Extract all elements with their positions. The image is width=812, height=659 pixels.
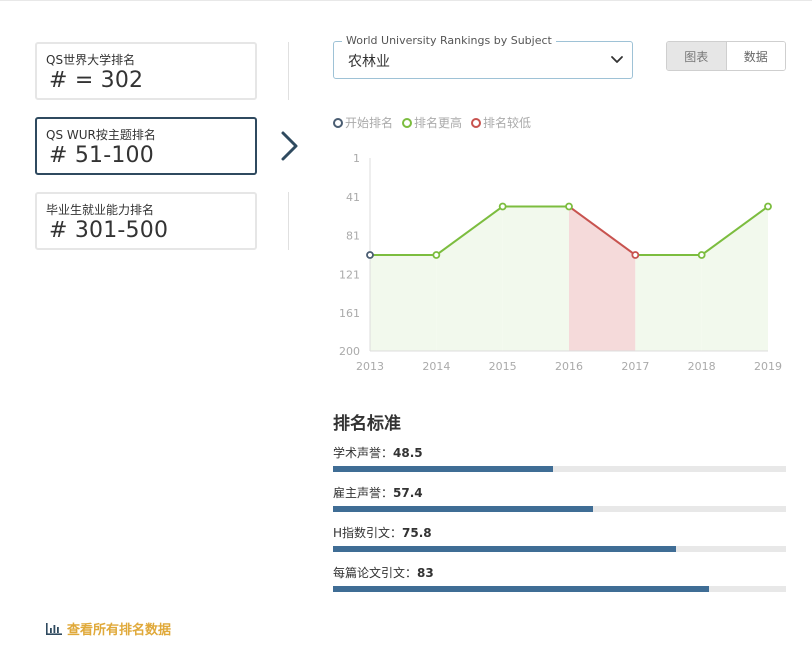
data-point — [498, 202, 507, 211]
criterion-value: 83 — [417, 566, 434, 580]
x-tick-label: 2016 — [555, 360, 583, 373]
data-point — [764, 202, 772, 211]
view-all-rankings-link[interactable]: 查看所有排名数据 — [45, 619, 171, 638]
criterion-label: 雇主声誉：57.4 — [333, 484, 786, 501]
divider — [288, 192, 289, 250]
x-tick-label: 2014 — [422, 360, 450, 373]
x-tick-label: 2019 — [754, 360, 782, 373]
area-segment-higher — [701, 206, 768, 351]
legend-label: 排名较低 — [483, 116, 532, 130]
criterion-name: 每篇论文引文： — [333, 566, 418, 580]
data-point — [697, 251, 706, 259]
y-tick-label: 1 — [353, 152, 360, 165]
legend-label: 开始排名 — [345, 116, 394, 130]
legend-item-higher: 排名更高 — [402, 114, 462, 131]
criterion-name: 雇主声誉： — [333, 486, 394, 500]
subject-select-value: 农林业 — [348, 54, 390, 70]
criterion-name: 学术声誉： — [333, 446, 394, 460]
subject-select-legend: World University Rankings by Subject — [342, 34, 556, 47]
criterion-citations-per-paper: 每篇论文引文：83 — [333, 564, 786, 604]
criterion-academic-reputation: 学术声誉：48.5 — [333, 444, 786, 484]
criterion-bar — [333, 546, 786, 552]
ranking-card-label: QS世界大学排名 — [46, 53, 136, 67]
criterion-bar-fill — [333, 586, 709, 592]
data-point — [565, 202, 573, 211]
ranking-card-label: QS WUR按主题排名 — [46, 128, 156, 142]
ranking-card-employability[interactable]: 毕业生就业能力排名 # 301-500 — [35, 192, 257, 250]
criterion-value: 48.5 — [393, 446, 423, 460]
y-tick-label: 41 — [346, 191, 360, 204]
area-segment-lower — [569, 206, 636, 351]
criterion-value: 57.4 — [393, 486, 423, 500]
x-tick-label: 2013 — [356, 360, 384, 373]
criterion-label: 学术声誉：48.5 — [333, 444, 786, 461]
view-toggle: 图表 数据 — [666, 41, 786, 71]
area-segment-higher — [436, 206, 503, 351]
criterion-bar-fill — [333, 466, 553, 472]
data-point — [631, 251, 640, 259]
ranking-card-label: 毕业生就业能力排名 — [46, 203, 155, 217]
page: QS世界大学排名 # = 302 QS WUR按主题排名 # 51-100 毕业… — [0, 0, 812, 659]
y-tick-label: 161 — [339, 307, 360, 320]
criterion-value: 75.8 — [402, 526, 432, 540]
y-tick-label: 121 — [339, 268, 360, 281]
x-tick-label: 2018 — [688, 360, 716, 373]
ranking-card-world[interactable]: QS世界大学排名 # = 302 — [35, 42, 257, 100]
area-segment-higher — [370, 254, 437, 351]
area-segment-higher — [635, 254, 702, 351]
chevron-down-icon — [611, 56, 623, 63]
data-point — [432, 251, 441, 259]
chart-view-button[interactable]: 图表 — [667, 42, 726, 70]
legend-item-start: 开始排名 — [333, 114, 393, 131]
criterion-label: H指数引文：75.8 — [333, 524, 786, 541]
ranking-history-chart: 1 41 81 121 161 200 2013 2014 2015 2016 2017 2018 20… — [339, 152, 782, 373]
criterion-bar — [333, 466, 786, 472]
criterion-bar — [333, 506, 786, 512]
x-tick-label: 2015 — [489, 360, 517, 373]
area-segment-higher — [502, 206, 569, 351]
legend-item-lower: 排名较低 — [471, 114, 531, 131]
divider — [288, 42, 289, 100]
chart-legend: 开始排名 排名更高 排名较低 — [333, 114, 531, 131]
view-all-rankings-label: 查看所有排名数据 — [67, 623, 172, 638]
criterion-label: 每篇论文引文：83 — [333, 564, 786, 581]
criterion-bar — [333, 586, 786, 592]
criterion-bar-fill — [333, 506, 594, 512]
criterion-employer-reputation: 雇主声誉：57.4 — [333, 484, 786, 524]
criteria-title: 排名标准 — [333, 414, 401, 434]
y-tick-label: 200 — [339, 345, 360, 358]
ranking-card-subject[interactable]: QS WUR按主题排名 # 51-100 — [35, 117, 257, 175]
ranking-card-value: # 51-100 — [49, 143, 154, 168]
ranking-card-value: # 301-500 — [49, 218, 169, 243]
legend-marker-start — [333, 117, 343, 128]
y-tick-label: 81 — [346, 230, 360, 243]
ranking-card-value: # = 302 — [49, 68, 144, 93]
data-view-button[interactable]: 数据 — [725, 42, 785, 70]
criterion-name: H指数引文： — [333, 526, 403, 540]
criterion-h-index-citations: H指数引文：75.8 — [333, 524, 786, 564]
legend-marker-lower — [471, 117, 482, 128]
legend-marker-higher — [402, 117, 413, 128]
chevron-right-icon — [281, 131, 298, 161]
x-tick-label: 2017 — [621, 360, 649, 373]
criterion-bar-fill — [333, 546, 677, 552]
bar-chart-icon — [46, 622, 62, 635]
legend-label: 排名更高 — [414, 116, 463, 130]
data-point — [366, 251, 374, 259]
subject-select[interactable]: World University Rankings by Subject 农林业 — [333, 34, 633, 79]
